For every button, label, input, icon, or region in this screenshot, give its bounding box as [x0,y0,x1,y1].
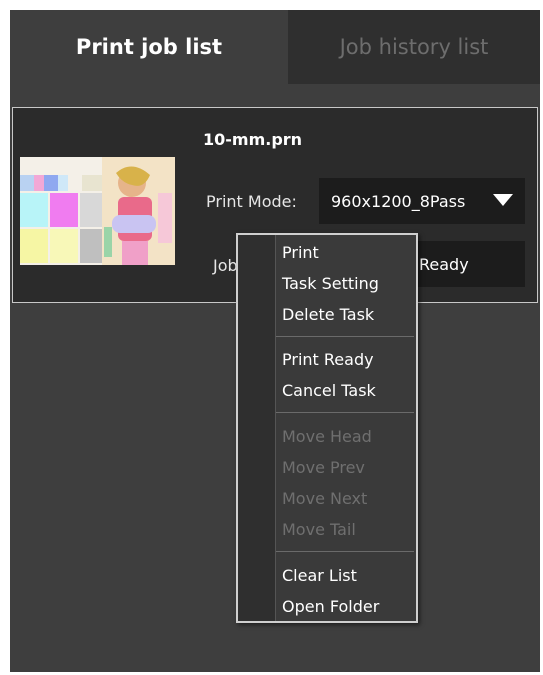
print-mode-value: 960x1200_8Pass [331,191,466,211]
job-status-label: Job [213,256,238,275]
print-preview-thumbnail [20,157,175,265]
context-menu: Print Task Setting Delete Task Print Rea… [236,233,418,623]
menu-item-clear-list[interactable]: Clear List [282,566,357,585]
tab-print-job-list[interactable]: Print job list [10,10,288,84]
menu-item-cancel-task[interactable]: Cancel Task [282,381,376,400]
menu-item-move-tail: Move Tail [282,520,356,539]
menu-separator [276,336,414,337]
menu-item-open-folder[interactable]: Open Folder [282,597,379,616]
tab-bar: Print job list Job history list [10,10,540,84]
menu-item-print[interactable]: Print [282,243,319,262]
menu-item-move-head: Move Head [282,427,372,446]
job-status-value: Ready [419,254,469,274]
menu-item-task-setting[interactable]: Task Setting [282,274,379,293]
thumbnail-image [20,157,175,265]
tab-job-history-list[interactable]: Job history list [288,10,540,84]
print-mode-select[interactable]: 960x1200_8Pass [319,178,525,224]
menu-item-print-ready[interactable]: Print Ready [282,350,374,369]
chevron-down-icon [493,193,513,212]
job-file-name: 10-mm.prn [203,130,303,149]
menu-item-delete-task[interactable]: Delete Task [282,305,374,324]
menu-separator [276,412,414,413]
menu-item-move-prev: Move Prev [282,458,365,477]
context-menu-icon-gutter [238,235,276,621]
print-mode-label: Print Mode: [206,192,297,211]
menu-item-move-next: Move Next [282,489,368,508]
menu-separator [276,551,414,552]
